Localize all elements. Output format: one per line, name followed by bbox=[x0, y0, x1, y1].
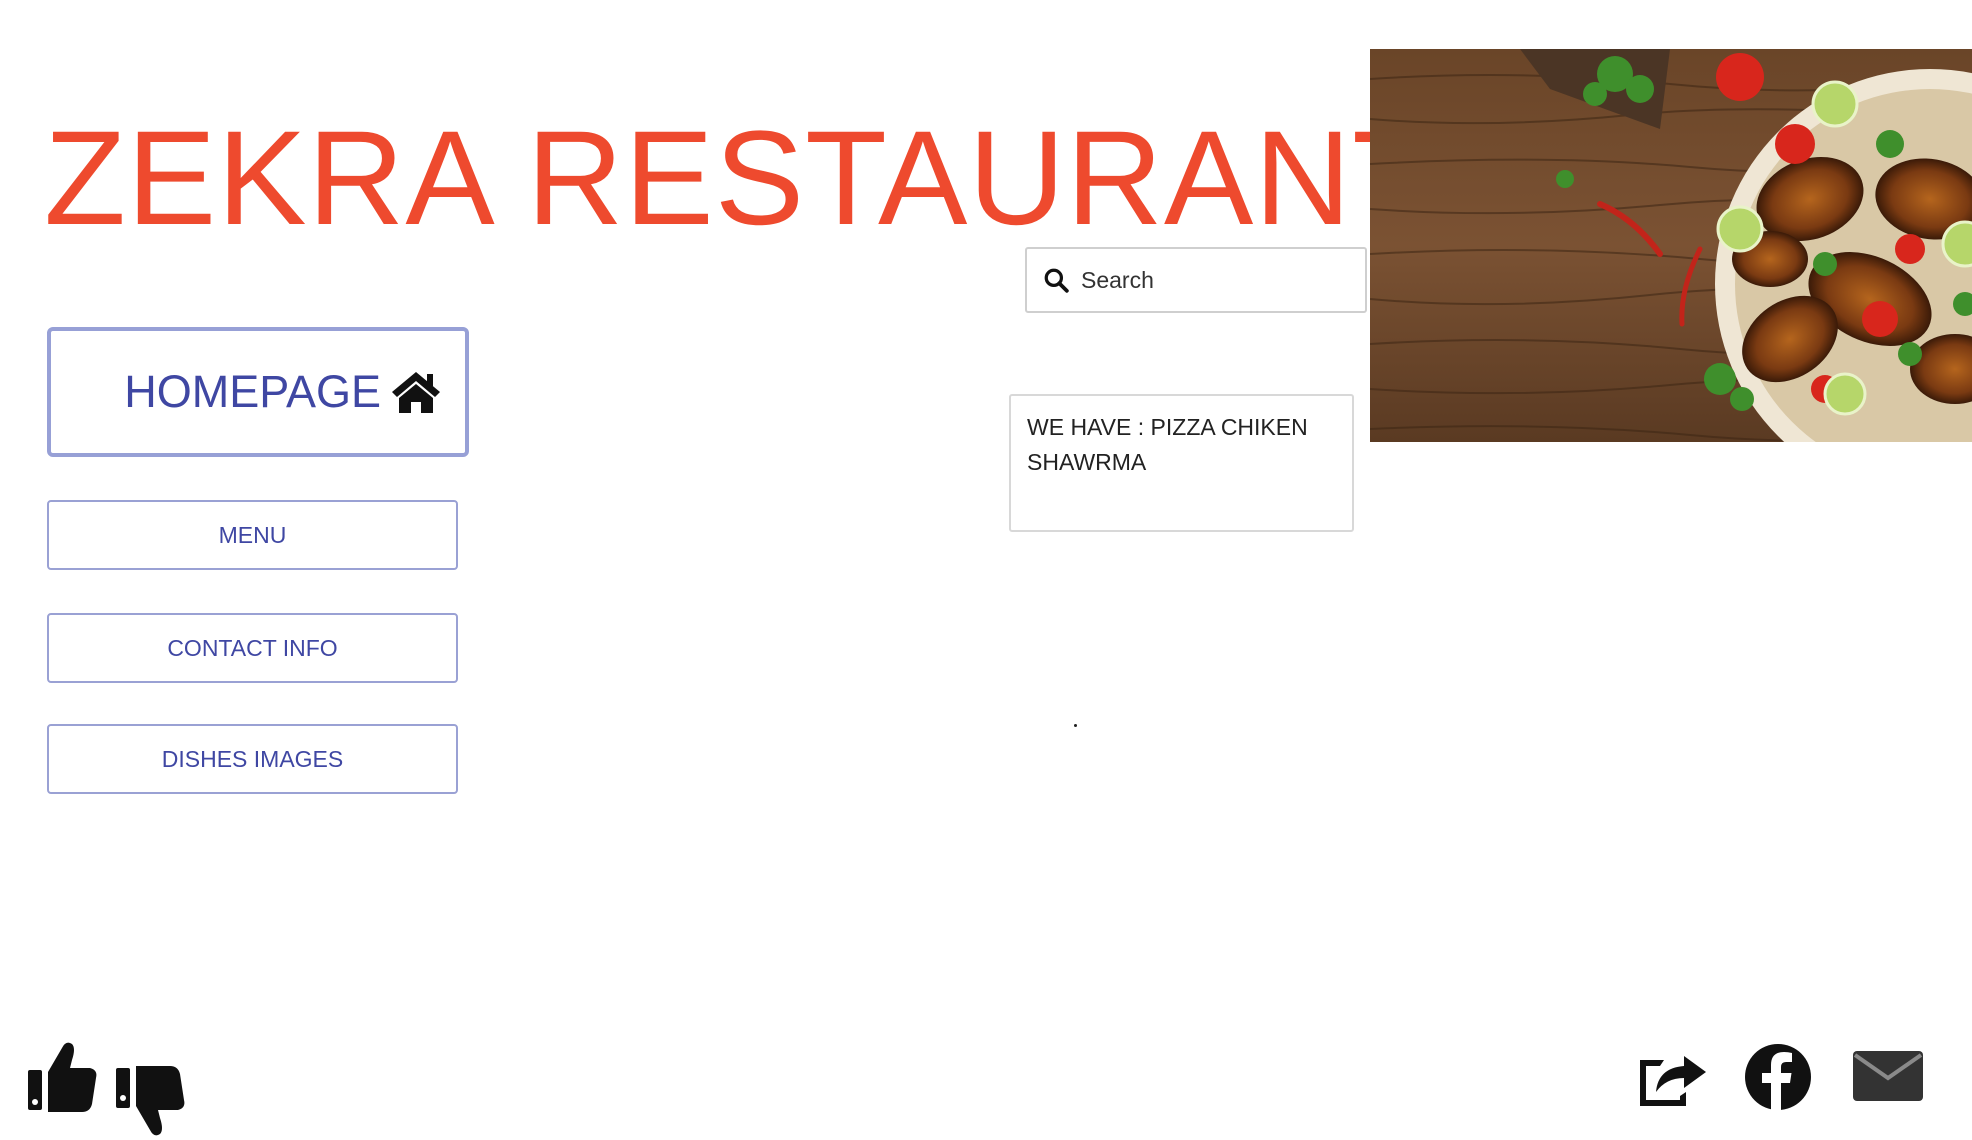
hero-food-image bbox=[1370, 49, 1972, 442]
mail-icon[interactable] bbox=[1852, 1050, 1924, 1107]
page: ZEKRA RESTAURANT Search WE HAVE: PIZZA … bbox=[0, 0, 1972, 1140]
dishes-info-box: WE HAVE : PIZZA CHIKEN SHAWRMA bbox=[1009, 394, 1354, 532]
dishes-images-button[interactable]: DISHES IMAGES bbox=[47, 724, 458, 794]
thumbs-up-icon[interactable] bbox=[26, 1040, 98, 1119]
menu-button[interactable]: MENU bbox=[47, 500, 458, 570]
search-box[interactable] bbox=[1025, 247, 1367, 313]
search-icon bbox=[1044, 268, 1069, 293]
home-icon bbox=[392, 372, 440, 413]
facebook-icon[interactable] bbox=[1744, 1043, 1812, 1116]
homepage-button-label: HOMEPAGE bbox=[124, 366, 381, 417]
stray-dot bbox=[1074, 724, 1077, 727]
search-input[interactable] bbox=[1079, 265, 1353, 295]
page-title: ZEKRA RESTAURANT bbox=[44, 104, 1435, 253]
homepage-button[interactable]: HOMEPAGE bbox=[47, 327, 469, 457]
contact-info-button[interactable]: CONTACT INFO bbox=[47, 613, 458, 683]
thumbs-down-icon[interactable] bbox=[114, 1064, 186, 1140]
share-icon[interactable] bbox=[1636, 1044, 1708, 1115]
